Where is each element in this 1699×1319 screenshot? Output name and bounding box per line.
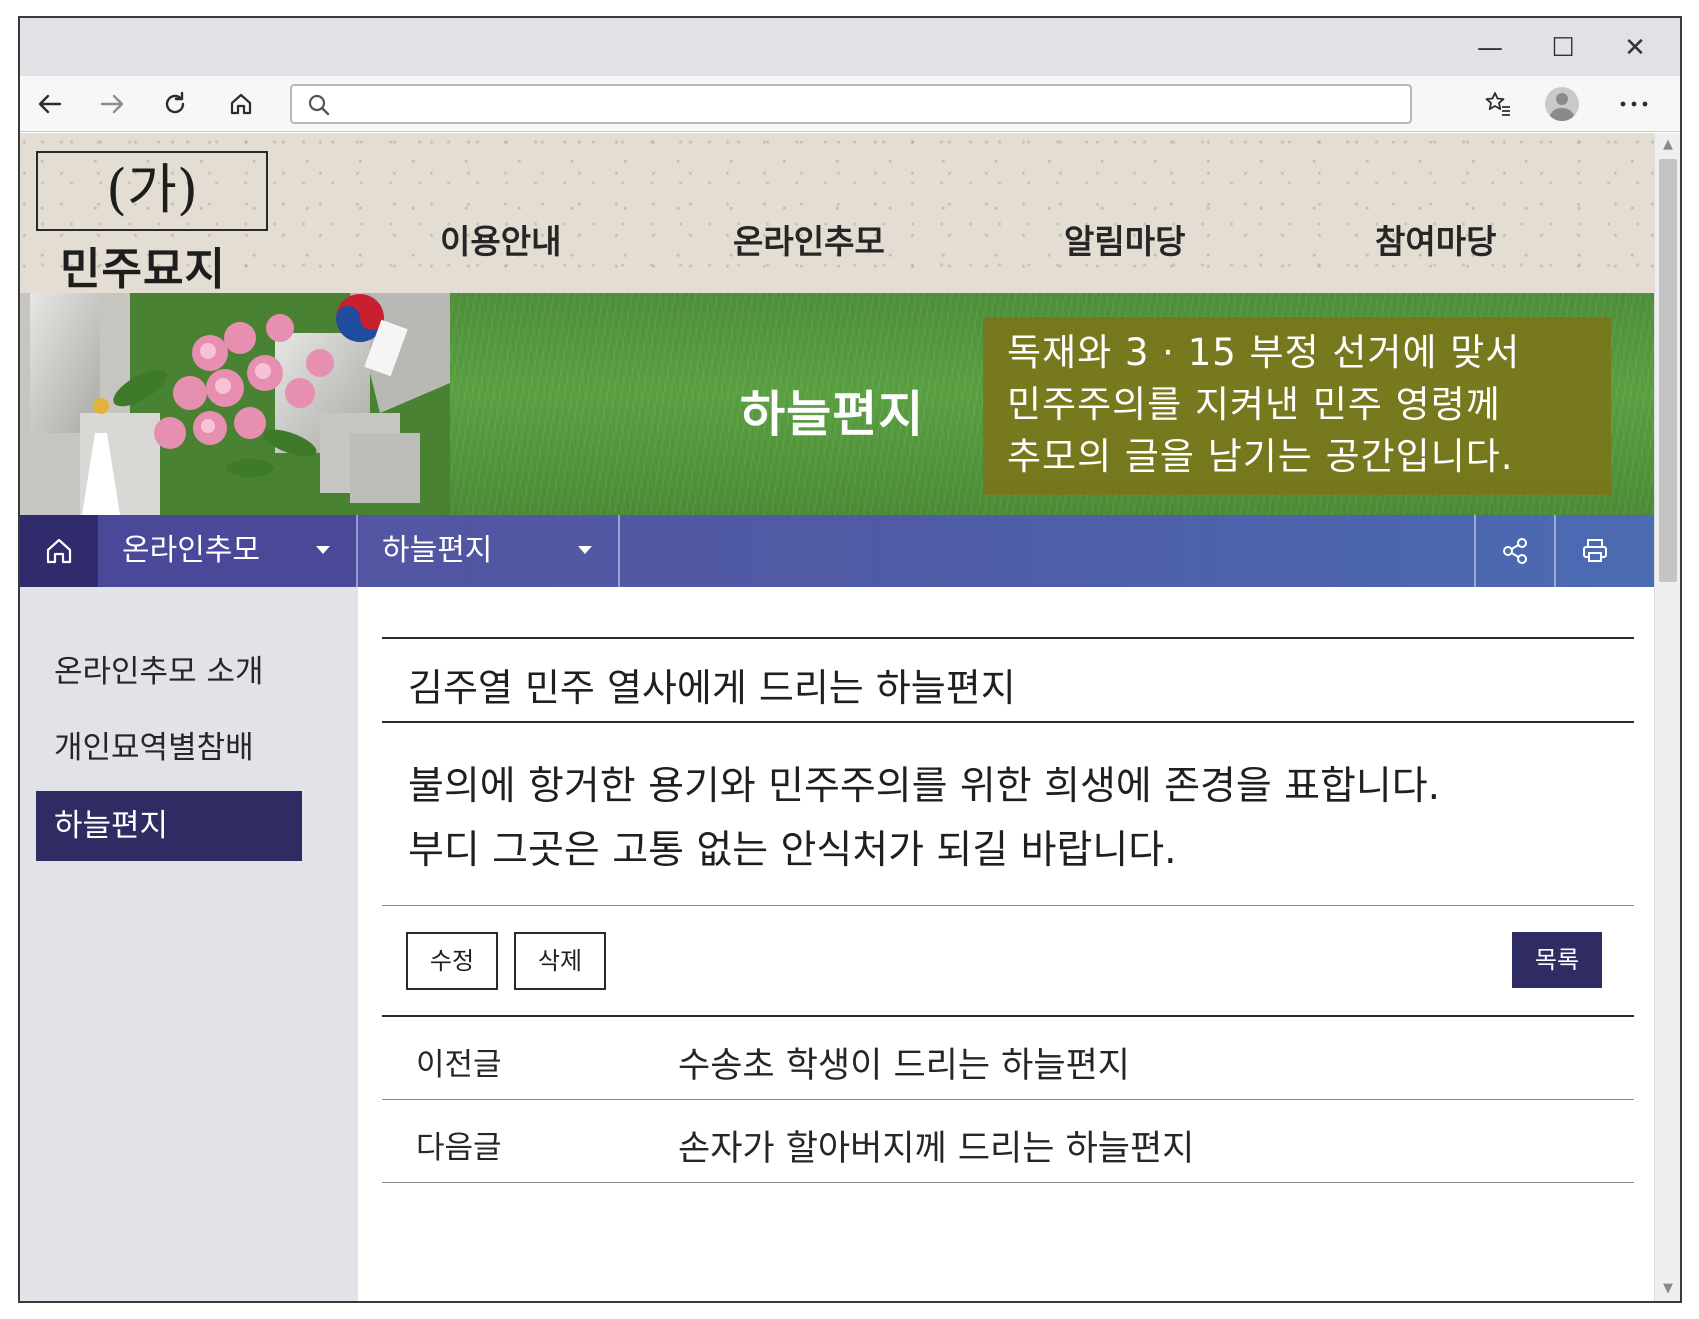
gnb-item-guide[interactable]: 이용안내 — [440, 215, 561, 263]
next-post-row[interactable]: 다음글 손자가 할아버지께 드리는 하늘편지 — [382, 1100, 1634, 1183]
home-button[interactable] — [219, 84, 263, 124]
print-icon — [1583, 539, 1607, 562]
lnb-item-personal-visit[interactable]: 개인묘역별참배 — [36, 713, 302, 783]
sub-visual-banner: 하늘편지 독재와 3 · 15 부정 선거에 맞서 민주주의를 지켜낸 민주 영… — [20, 293, 1656, 515]
nav-dropdown-depth1[interactable]: 온라인추모 — [98, 515, 358, 587]
post-body-line: 불의에 항거한 용기와 민주주의를 위한 희생에 존경을 표합니다. — [408, 764, 1441, 809]
star-list-icon — [1485, 92, 1510, 116]
prev-post-link[interactable]: 수송초 학생이 드리는 하늘편지 — [678, 1037, 1130, 1088]
caret-down-icon — [316, 546, 330, 554]
share-button[interactable] — [1474, 515, 1554, 587]
banner-desc-line: 추모의 글을 남기는 공간입니다. — [1007, 435, 1514, 478]
nav-dropdown-label: 온라인추모 — [122, 533, 260, 568]
banner-desc-line: 독재와 3 · 15 부정 선거에 맞서 — [1007, 331, 1521, 374]
profile-button[interactable] — [1540, 84, 1584, 124]
more-dots-icon — [1620, 101, 1648, 107]
next-post-link[interactable]: 손자가 할아버지께 드리는 하늘편지 — [678, 1120, 1194, 1171]
prev-next-table: 이전글 수송초 학생이 드리는 하늘편지 다음글 손자가 할아버지께 드리는 하… — [382, 1015, 1634, 1183]
caret-down-icon — [578, 546, 592, 554]
print-button[interactable] — [1554, 515, 1634, 587]
share-icon — [1503, 538, 1527, 564]
arrow-right-icon — [100, 94, 124, 114]
nav-dropdown-label: 하늘편지 — [382, 533, 493, 568]
main-content: 김주열 민주 열사에게 드리는 하늘편지 불의에 항거한 용기와 민주주의를 위… — [358, 587, 1656, 1301]
banner-description: 독재와 3 · 15 부정 선거에 맞서 민주주의를 지켜낸 민주 영령께 추모… — [983, 317, 1611, 495]
left-navigation: 온라인추모 소개 개인묘역별참배 하늘편지 — [20, 587, 358, 1301]
lnb-item-intro[interactable]: 온라인추모 소개 — [36, 637, 302, 707]
gnb-item-online-memorial[interactable]: 온라인추모 — [733, 215, 885, 263]
search-icon — [308, 94, 330, 116]
nav-dropdown-depth2[interactable]: 하늘편지 — [358, 515, 620, 587]
scroll-down-arrow-icon[interactable]: ▼ — [1655, 1281, 1680, 1301]
site-header: (가) 민주묘지 이용안내 온라인추모 알림마당 참여마당 — [20, 133, 1656, 295]
logo-mark[interactable]: (가) — [36, 151, 268, 231]
list-button[interactable]: 목록 — [1512, 932, 1602, 988]
maximize-button[interactable]: ☐ — [1538, 28, 1588, 68]
prev-post-row[interactable]: 이전글 수송초 학생이 드리는 하늘편지 — [382, 1017, 1634, 1100]
back-button[interactable] — [28, 84, 72, 124]
forward-button[interactable] — [90, 84, 134, 124]
delete-button[interactable]: 삭제 — [514, 932, 606, 990]
edit-button[interactable]: 수정 — [406, 932, 498, 990]
location-navbar: 온라인추모 하늘편지 — [20, 515, 1656, 587]
divider — [382, 905, 1634, 906]
vertical-scrollbar[interactable]: ▲ ▼ — [1654, 133, 1680, 1301]
banner-desc-line: 민주주의를 지켜낸 민주 영령께 — [1007, 383, 1501, 426]
post-body-line: 부디 그곳은 고통 없는 안식처가 되길 바랍니다. — [408, 828, 1177, 873]
scroll-up-arrow-icon[interactable]: ▲ — [1655, 137, 1680, 157]
close-button[interactable]: ✕ — [1610, 28, 1660, 68]
minimize-button[interactable]: — — [1465, 28, 1515, 68]
gnb-item-notice[interactable]: 알림마당 — [1064, 215, 1185, 263]
gnb-item-participation[interactable]: 참여마당 — [1375, 215, 1496, 263]
more-button[interactable] — [1612, 84, 1656, 124]
home-icon — [46, 538, 72, 564]
memorial-photo — [20, 293, 450, 515]
lnb-item-sky-letter[interactable]: 하늘편지 — [36, 791, 302, 861]
next-post-label: 다음글 — [416, 1130, 502, 1166]
title-bar: — ☐ ✕ — [20, 18, 1680, 76]
avatar — [1545, 87, 1579, 121]
banner-title: 하늘편지 — [740, 386, 925, 443]
nav-home-button[interactable] — [20, 515, 98, 587]
logo-name[interactable]: 민주묘지 — [60, 233, 226, 297]
arrow-left-icon — [38, 94, 62, 114]
post-title: 김주열 민주 열사에게 드리는 하늘편지 — [408, 666, 1016, 710]
reload-icon — [165, 91, 185, 114]
prev-post-label: 이전글 — [416, 1047, 502, 1083]
post-title-area: 김주열 민주 열사에게 드리는 하늘편지 — [382, 637, 1634, 723]
reload-button[interactable] — [153, 84, 197, 124]
home-icon — [230, 93, 252, 115]
browser-toolbar — [20, 76, 1680, 132]
scroll-thumb[interactable] — [1659, 159, 1677, 582]
post-body: 불의에 항거한 용기와 민주주의를 위한 희생에 존경을 표합니다. 부디 그곳… — [408, 755, 1608, 883]
page-viewport: (가) 민주묘지 이용안내 온라인추모 알림마당 참여마당 하늘편지 독재와 3… — [20, 133, 1656, 1301]
address-bar[interactable] — [290, 84, 1412, 124]
browser-window: — ☐ ✕ (가) 민주묘지 이용안내 온라인추모 알림마당 참여마당 하늘편지… — [18, 16, 1682, 1303]
favorites-button[interactable] — [1476, 84, 1520, 124]
